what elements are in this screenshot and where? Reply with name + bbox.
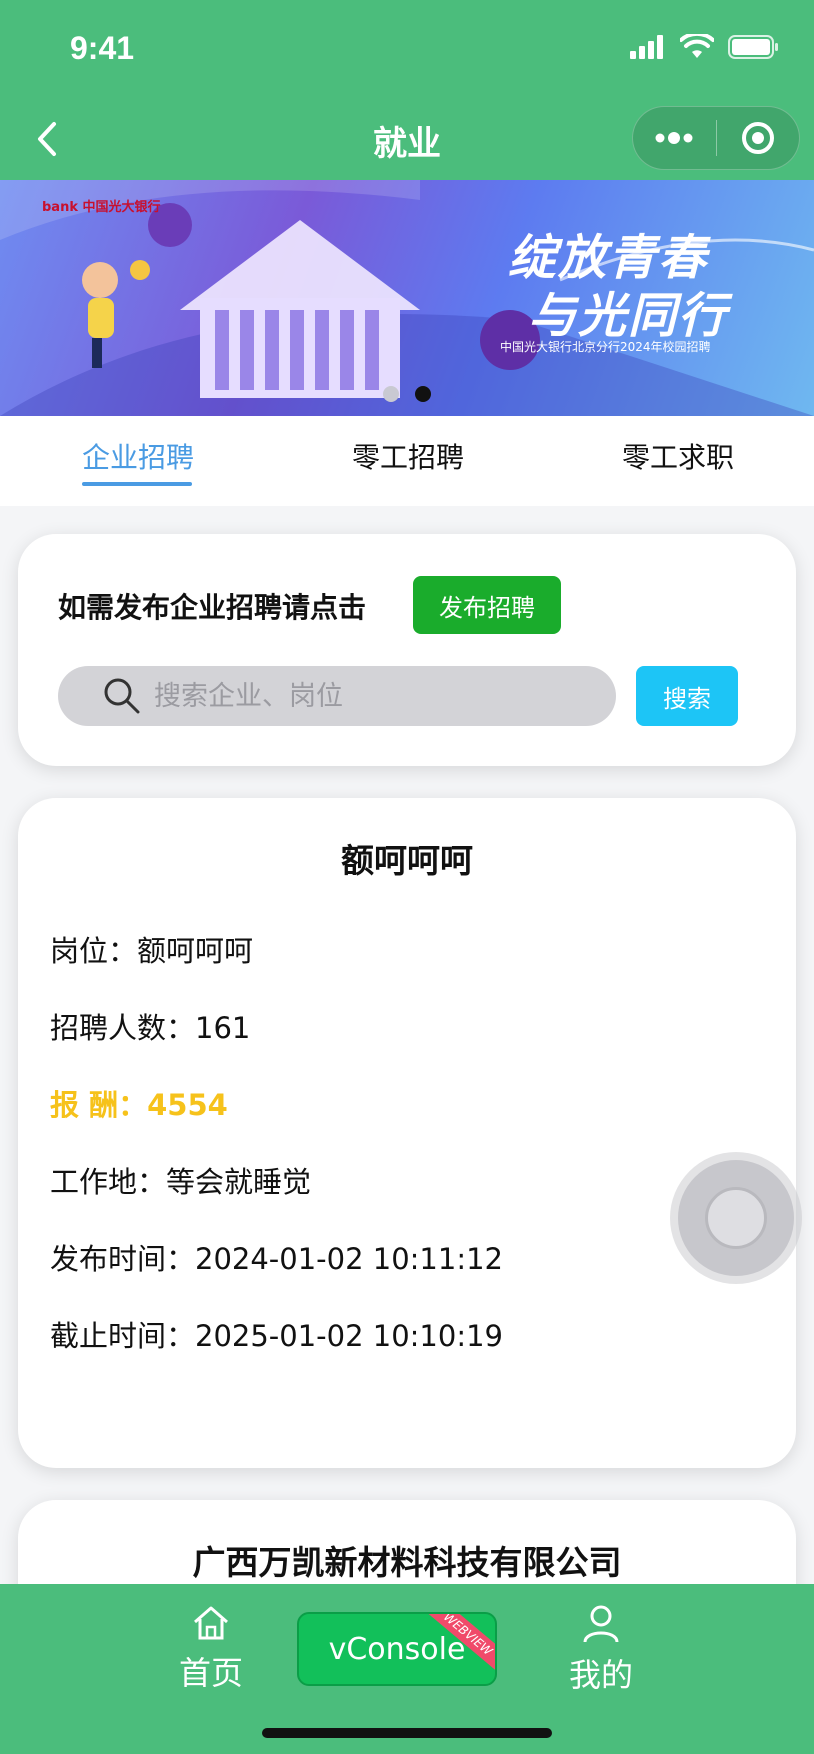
miniprogram-capsule — [632, 106, 800, 170]
job-salary: 报 酬：4554 — [50, 1088, 228, 1122]
tab-gig-job-seeking[interactable]: 零工求职 — [622, 436, 734, 476]
job-position: 岗位：额呵呵呵 — [50, 934, 254, 968]
job-deadline: 截止时间：2025-01-02 10:10:19 — [50, 1319, 503, 1353]
publish-search-card: 如需发布企业招聘请点击 发布招聘 搜索 — [18, 534, 796, 766]
vconsole-label: vConsole — [328, 1631, 466, 1667]
banner-slogan-line2: 与光同行 — [528, 288, 729, 344]
job-headcount: 招聘人数：161 — [50, 1011, 251, 1045]
tab-enterprise-recruit[interactable]: 企业招聘 — [82, 436, 194, 476]
status-icons — [630, 34, 780, 60]
close-miniprogram-button[interactable] — [717, 107, 800, 169]
floating-button-core — [705, 1187, 767, 1249]
job-location: 工作地：等会就睡觉 — [50, 1165, 312, 1199]
banner-dot-1[interactable] — [383, 386, 399, 402]
floating-assistive-button[interactable] — [678, 1160, 794, 1276]
search-icon — [104, 678, 140, 714]
tabbar-home[interactable]: 首页 — [156, 1604, 266, 1694]
tab-gig-recruit[interactable]: 零工招聘 — [352, 436, 464, 476]
status-time: 9:41 — [70, 30, 135, 66]
more-button[interactable] — [633, 107, 716, 169]
category-tabs: 企业招聘 零工招聘 零工求职 — [0, 416, 814, 506]
publish-recruit-button[interactable]: 发布招聘 — [413, 576, 561, 634]
banner-logo-text: bank 中国光大银行 — [42, 200, 161, 215]
more-dots-icon — [655, 132, 693, 144]
battery-icon — [728, 35, 778, 59]
banner-carousel[interactable]: bank 中国光大银行 绽放青春 与光同行 中国光大银行北京分行2024年校园招… — [0, 180, 814, 416]
home-icon — [194, 1606, 228, 1640]
tabbar-mine-label: 我的 — [568, 1656, 633, 1694]
target-close-icon — [741, 122, 774, 154]
publish-prompt: 如需发布企业招聘请点击 — [58, 591, 367, 624]
banner-caption: 中国光大银行北京分行2024年校园招聘 — [500, 340, 711, 354]
banner-dot-2[interactable] — [415, 386, 431, 402]
vconsole-button[interactable]: vConsole WEBVIEW — [297, 1612, 497, 1686]
job-title: 广西万凯新材料科技有限公司 — [192, 1543, 622, 1582]
search-button[interactable]: 搜索 — [636, 666, 738, 726]
home-indicator[interactable] — [262, 1728, 552, 1738]
banner-indicator — [0, 386, 814, 402]
status-bar: 9:41 — [0, 0, 814, 100]
job-publish-time: 发布时间：2024-01-02 10:11:12 — [50, 1242, 503, 1276]
tabbar-home-label: 首页 — [178, 1654, 243, 1692]
active-tab-indicator — [82, 482, 192, 486]
tabbar-mine[interactable]: 我的 — [546, 1604, 656, 1696]
search-box — [58, 666, 616, 726]
search-input[interactable] — [142, 666, 616, 726]
signal-icon — [630, 35, 663, 59]
job-title: 额呵呵呵 — [341, 841, 473, 880]
nav-bar: 就业 — [0, 100, 814, 180]
wifi-icon — [680, 34, 714, 58]
user-icon — [583, 1605, 619, 1643]
job-card[interactable]: 额呵呵呵 岗位：额呵呵呵 招聘人数：161 报 酬：4554 工作地：等会就睡觉… — [18, 798, 796, 1468]
